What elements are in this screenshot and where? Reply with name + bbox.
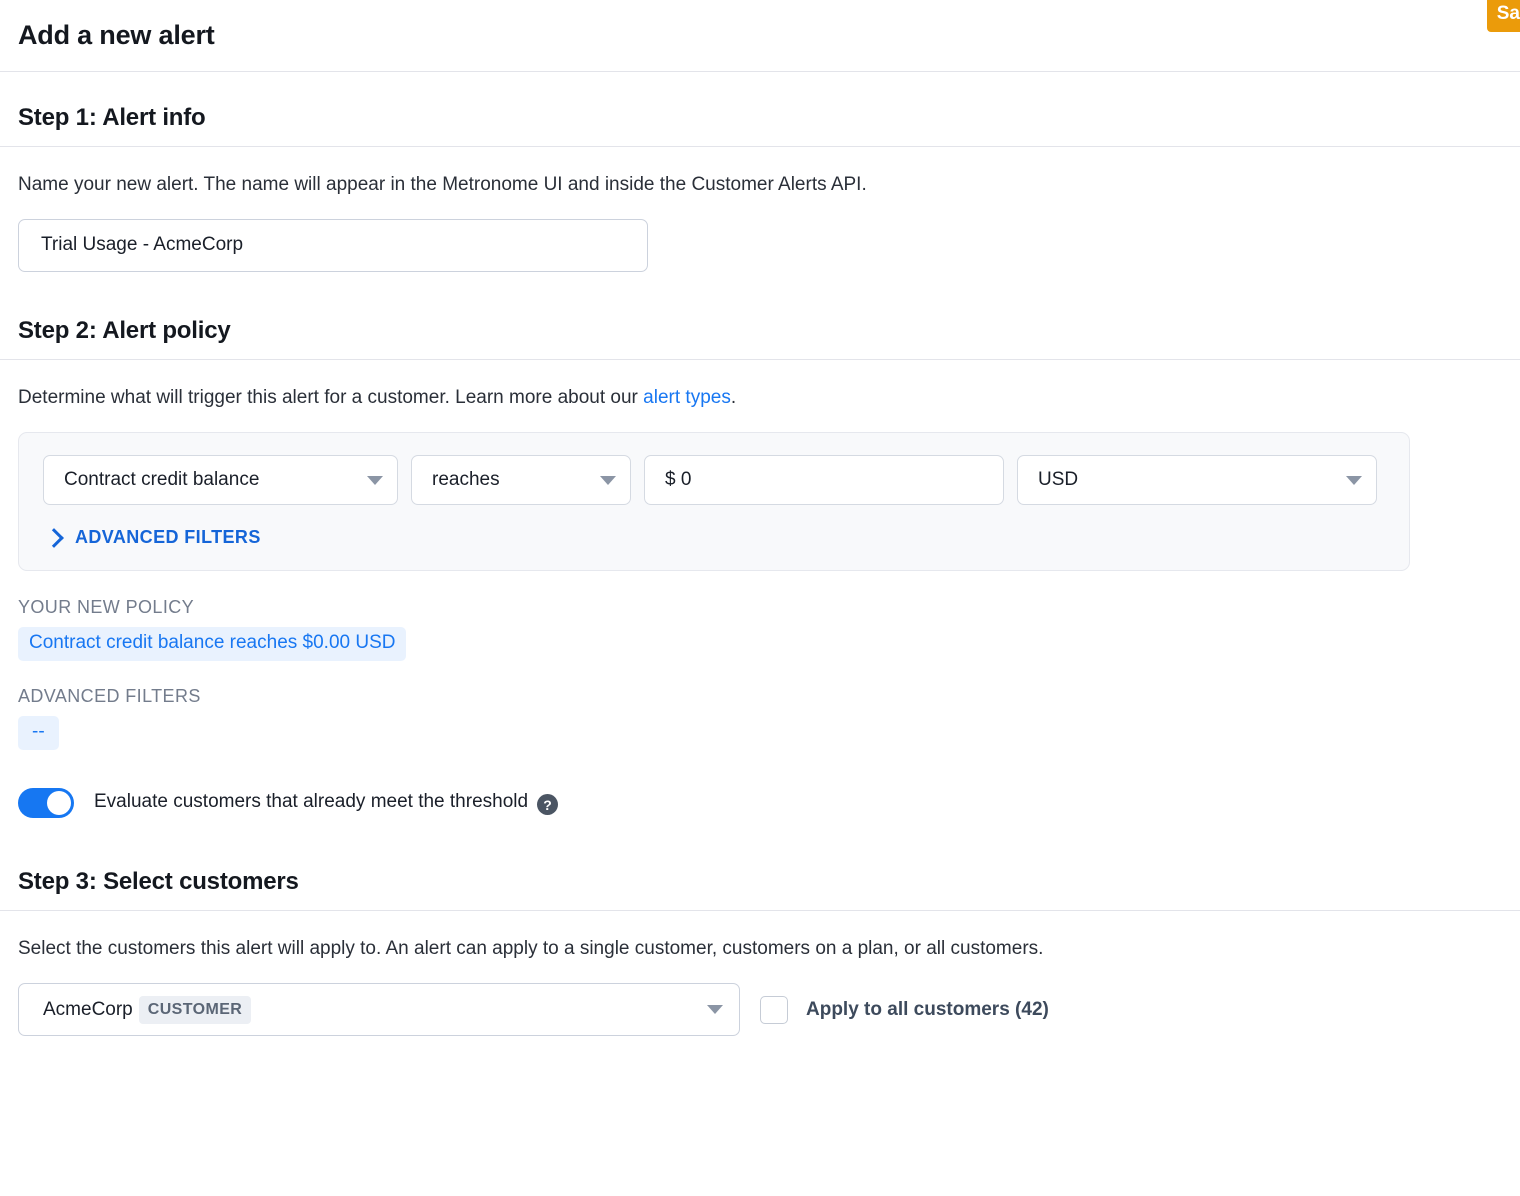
chevron-down-icon	[600, 476, 616, 485]
step-2-description: Determine what will trigger this alert f…	[18, 385, 1502, 411]
step-2-section: Step 2: Alert policy Determine what will…	[0, 272, 1520, 818]
currency-select[interactable]: USD	[1017, 455, 1377, 505]
step-2-description-suffix: .	[731, 387, 736, 408]
chevron-down-icon	[707, 1005, 723, 1014]
advanced-filters-summary-chip: --	[18, 716, 59, 750]
advanced-filters-toggle[interactable]: ADVANCED FILTERS	[43, 527, 261, 548]
sandbox-environment-badge[interactable]: Sa	[1487, 0, 1520, 32]
evaluate-threshold-label-wrap: Evaluate customers that already meet the…	[94, 791, 558, 816]
operator-select-value: reaches	[432, 469, 500, 491]
advanced-filters-summary-label: ADVANCED FILTERS	[18, 686, 1502, 707]
step-1-heading: Step 1: Alert info	[18, 104, 1502, 132]
your-new-policy-label: YOUR NEW POLICY	[18, 597, 1502, 618]
customer-type-badge: CUSTOMER	[139, 996, 251, 1024]
evaluate-threshold-row: Evaluate customers that already meet the…	[18, 788, 1502, 818]
step-3-divider	[0, 910, 1520, 911]
step-3-description: Select the customers this alert will app…	[18, 936, 1502, 962]
chevron-down-icon	[1346, 476, 1362, 485]
customer-select[interactable]: AcmeCorp CUSTOMER	[18, 983, 740, 1036]
threshold-input-value: $ 0	[665, 469, 691, 491]
apply-to-all-customers-label: Apply to all customers (42)	[806, 999, 1049, 1021]
switch-knob	[47, 791, 71, 815]
step-3-section: Step 3: Select customers Select the cust…	[0, 818, 1520, 1037]
metric-select[interactable]: Contract credit balance	[43, 455, 398, 505]
step-2-heading: Step 2: Alert policy	[18, 317, 1502, 345]
apply-to-all-customers-checkbox[interactable]	[760, 996, 788, 1024]
customer-select-value: AcmeCorp	[43, 999, 133, 1021]
step-1-description: Name your new alert. The name will appea…	[18, 172, 1502, 198]
currency-select-value: USD	[1038, 469, 1078, 491]
step-1-section: Step 1: Alert info Name your new alert. …	[0, 72, 1520, 272]
metric-select-value: Contract credit balance	[64, 469, 259, 491]
advanced-filters-toggle-label: ADVANCED FILTERS	[75, 527, 261, 548]
page-title: Add a new alert	[18, 20, 215, 51]
operator-select[interactable]: reaches	[411, 455, 631, 505]
help-circle-icon[interactable]: ?	[537, 794, 558, 815]
step-2-description-text: Determine what will trigger this alert f…	[18, 387, 643, 408]
policy-builder-panel: Contract credit balance reaches $ 0 USD …	[18, 432, 1410, 571]
threshold-input[interactable]: $ 0	[644, 455, 1004, 505]
chevron-down-icon	[367, 476, 383, 485]
evaluate-threshold-label: Evaluate customers that already meet the…	[94, 791, 528, 812]
step-3-heading: Step 3: Select customers	[18, 868, 1502, 896]
page-header: Add a new alert Sa	[0, 0, 1520, 72]
policy-condition-row: Contract credit balance reaches $ 0 USD	[43, 455, 1385, 505]
chevron-right-icon	[44, 528, 64, 548]
apply-to-all-customers-control[interactable]: Apply to all customers (42)	[760, 996, 1049, 1024]
step-1-divider	[0, 146, 1520, 147]
customer-selection-row: AcmeCorp CUSTOMER Apply to all customers…	[18, 983, 1502, 1036]
step-2-divider	[0, 359, 1520, 360]
alert-types-link[interactable]: alert types	[643, 387, 731, 408]
policy-summary-chip: Contract credit balance reaches $0.00 US…	[18, 627, 406, 661]
alert-name-input[interactable]	[18, 219, 648, 272]
evaluate-threshold-switch[interactable]	[18, 788, 74, 818]
